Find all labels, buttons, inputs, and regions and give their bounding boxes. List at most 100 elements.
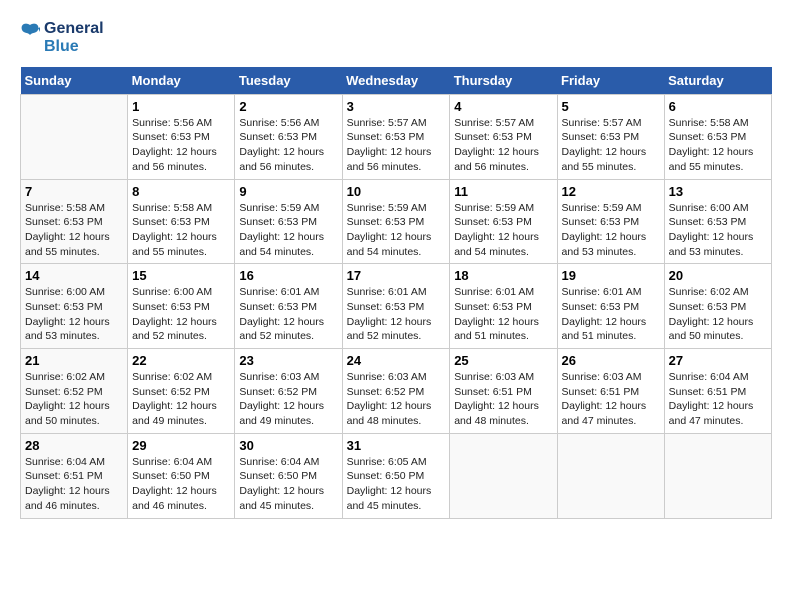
day-number: 10 (347, 184, 446, 199)
calendar-cell: 4 Sunrise: 5:57 AM Sunset: 6:53 PM Daylig… (450, 94, 557, 179)
day-info: Sunrise: 6:02 AM Sunset: 6:53 PM Dayligh… (669, 285, 767, 344)
weekday-header: Monday (128, 67, 235, 95)
day-number: 31 (347, 438, 446, 453)
day-number: 7 (25, 184, 123, 199)
calendar-cell: 18 Sunrise: 6:01 AM Sunset: 6:53 PM Dayli… (450, 264, 557, 349)
page-header: General Blue (20, 20, 772, 57)
calendar-cell: 21 Sunrise: 6:02 AM Sunset: 6:52 PM Dayli… (21, 349, 128, 434)
calendar-cell: 8 Sunrise: 5:58 AM Sunset: 6:53 PM Daylig… (128, 179, 235, 264)
weekday-header: Saturday (664, 67, 771, 95)
day-number: 4 (454, 99, 552, 114)
weekday-header: Sunday (21, 67, 128, 95)
day-number: 25 (454, 353, 552, 368)
calendar-cell: 28Sunrise: 6:04 AM Sunset: 6:51 PM Dayli… (21, 433, 128, 518)
calendar-cell (450, 433, 557, 518)
calendar-cell: 11Sunrise: 5:59 AM Sunset: 6:53 PM Dayli… (450, 179, 557, 264)
calendar-cell: 5 Sunrise: 5:57 AM Sunset: 6:53 PM Daylig… (557, 94, 664, 179)
day-info: Sunrise: 6:04 AM Sunset: 6:51 PM Dayligh… (669, 370, 767, 429)
day-info: Sunrise: 6:05 AM Sunset: 6:50 PM Dayligh… (347, 455, 446, 514)
calendar-week-row: 21 Sunrise: 6:02 AM Sunset: 6:52 PM Dayli… (21, 349, 772, 434)
calendar-cell: 26 Sunrise: 6:03 AM Sunset: 6:51 PM Dayli… (557, 349, 664, 434)
day-number: 30 (239, 438, 337, 453)
day-info: Sunrise: 5:58 AM Sunset: 6:53 PM Dayligh… (132, 201, 230, 260)
day-number: 14 (25, 268, 123, 283)
day-info: Sunrise: 5:58 AM Sunset: 6:53 PM Dayligh… (25, 201, 123, 260)
day-number: 5 (562, 99, 660, 114)
calendar-cell: 10 Sunrise: 5:59 AM Sunset: 6:53 PM Dayli… (342, 179, 450, 264)
day-number: 9 (239, 184, 337, 199)
day-number: 17 (347, 268, 446, 283)
day-info: Sunrise: 6:01 AM Sunset: 6:53 PM Dayligh… (347, 285, 446, 344)
weekday-header-row: SundayMondayTuesdayWednesdayThursdayFrid… (21, 67, 772, 95)
day-number: 21 (25, 353, 123, 368)
calendar-cell: 24Sunrise: 6:03 AM Sunset: 6:52 PM Dayli… (342, 349, 450, 434)
calendar-cell: 22 Sunrise: 6:02 AM Sunset: 6:52 PM Dayli… (128, 349, 235, 434)
day-info: Sunrise: 6:01 AM Sunset: 6:53 PM Dayligh… (239, 285, 337, 344)
day-info: Sunrise: 5:57 AM Sunset: 6:53 PM Dayligh… (347, 116, 446, 175)
day-number: 16 (239, 268, 337, 283)
calendar-cell: 31 Sunrise: 6:05 AM Sunset: 6:50 PM Dayli… (342, 433, 450, 518)
day-info: Sunrise: 5:58 AM Sunset: 6:53 PM Dayligh… (669, 116, 767, 175)
calendar-cell: 15 Sunrise: 6:00 AM Sunset: 6:53 PM Dayli… (128, 264, 235, 349)
day-number: 23 (239, 353, 337, 368)
calendar-week-row: 14 Sunrise: 6:00 AM Sunset: 6:53 PM Dayli… (21, 264, 772, 349)
day-info: Sunrise: 6:02 AM Sunset: 6:52 PM Dayligh… (132, 370, 230, 429)
day-info: Sunrise: 6:00 AM Sunset: 6:53 PM Dayligh… (669, 201, 767, 260)
calendar-cell: 2Sunrise: 5:56 AM Sunset: 6:53 PM Daylig… (235, 94, 342, 179)
calendar-cell (21, 94, 128, 179)
day-info: Sunrise: 6:04 AM Sunset: 6:50 PM Dayligh… (132, 455, 230, 514)
calendar-cell: 7 Sunrise: 5:58 AM Sunset: 6:53 PM Daylig… (21, 179, 128, 264)
calendar-cell: 25 Sunrise: 6:03 AM Sunset: 6:51 PM Dayli… (450, 349, 557, 434)
calendar-cell: 13 Sunrise: 6:00 AM Sunset: 6:53 PM Dayli… (664, 179, 771, 264)
day-number: 26 (562, 353, 660, 368)
day-info: Sunrise: 6:03 AM Sunset: 6:52 PM Dayligh… (239, 370, 337, 429)
calendar-week-row: 28Sunrise: 6:04 AM Sunset: 6:51 PM Dayli… (21, 433, 772, 518)
calendar-cell: 30 Sunrise: 6:04 AM Sunset: 6:50 PM Dayli… (235, 433, 342, 518)
calendar-cell: 29 Sunrise: 6:04 AM Sunset: 6:50 PM Dayli… (128, 433, 235, 518)
day-number: 29 (132, 438, 230, 453)
day-info: Sunrise: 5:57 AM Sunset: 6:53 PM Dayligh… (562, 116, 660, 175)
day-number: 1 (132, 99, 230, 114)
day-number: 8 (132, 184, 230, 199)
day-number: 15 (132, 268, 230, 283)
day-info: Sunrise: 6:03 AM Sunset: 6:51 PM Dayligh… (562, 370, 660, 429)
day-info: Sunrise: 6:01 AM Sunset: 6:53 PM Dayligh… (454, 285, 552, 344)
weekday-header: Friday (557, 67, 664, 95)
weekday-header: Thursday (450, 67, 557, 95)
day-info: Sunrise: 6:04 AM Sunset: 6:50 PM Dayligh… (239, 455, 337, 514)
day-number: 18 (454, 268, 552, 283)
day-number: 22 (132, 353, 230, 368)
day-number: 6 (669, 99, 767, 114)
day-info: Sunrise: 5:56 AM Sunset: 6:53 PM Dayligh… (239, 116, 337, 175)
day-info: Sunrise: 5:59 AM Sunset: 6:53 PM Dayligh… (239, 201, 337, 260)
day-number: 3 (347, 99, 446, 114)
calendar-cell: 27 Sunrise: 6:04 AM Sunset: 6:51 PM Dayli… (664, 349, 771, 434)
day-info: Sunrise: 6:00 AM Sunset: 6:53 PM Dayligh… (132, 285, 230, 344)
calendar-cell: 3 Sunrise: 5:57 AM Sunset: 6:53 PM Daylig… (342, 94, 450, 179)
logo-general: General (44, 20, 104, 38)
calendar-cell: 17 Sunrise: 6:01 AM Sunset: 6:53 PM Dayli… (342, 264, 450, 349)
calendar-cell: 19 Sunrise: 6:01 AM Sunset: 6:53 PM Dayli… (557, 264, 664, 349)
day-info: Sunrise: 5:56 AM Sunset: 6:53 PM Dayligh… (132, 116, 230, 175)
day-number: 27 (669, 353, 767, 368)
day-number: 12 (562, 184, 660, 199)
day-number: 13 (669, 184, 767, 199)
calendar-cell: 9 Sunrise: 5:59 AM Sunset: 6:53 PM Daylig… (235, 179, 342, 264)
day-number: 28 (25, 438, 123, 453)
calendar-cell (557, 433, 664, 518)
day-info: Sunrise: 6:00 AM Sunset: 6:53 PM Dayligh… (25, 285, 123, 344)
calendar-table: SundayMondayTuesdayWednesdayThursdayFrid… (20, 67, 772, 519)
day-info: Sunrise: 6:02 AM Sunset: 6:52 PM Dayligh… (25, 370, 123, 429)
day-info: Sunrise: 6:03 AM Sunset: 6:51 PM Dayligh… (454, 370, 552, 429)
calendar-cell: 1 Sunrise: 5:56 AM Sunset: 6:53 PM Daylig… (128, 94, 235, 179)
day-number: 19 (562, 268, 660, 283)
day-number: 11 (454, 184, 552, 199)
logo-blue: Blue (44, 38, 104, 56)
day-info: Sunrise: 5:57 AM Sunset: 6:53 PM Dayligh… (454, 116, 552, 175)
day-info: Sunrise: 6:01 AM Sunset: 6:53 PM Dayligh… (562, 285, 660, 344)
logo-bird-icon (20, 20, 40, 56)
day-info: Sunrise: 5:59 AM Sunset: 6:53 PM Dayligh… (347, 201, 446, 260)
logo: General Blue (20, 20, 104, 57)
day-number: 24 (347, 353, 446, 368)
day-number: 20 (669, 268, 767, 283)
